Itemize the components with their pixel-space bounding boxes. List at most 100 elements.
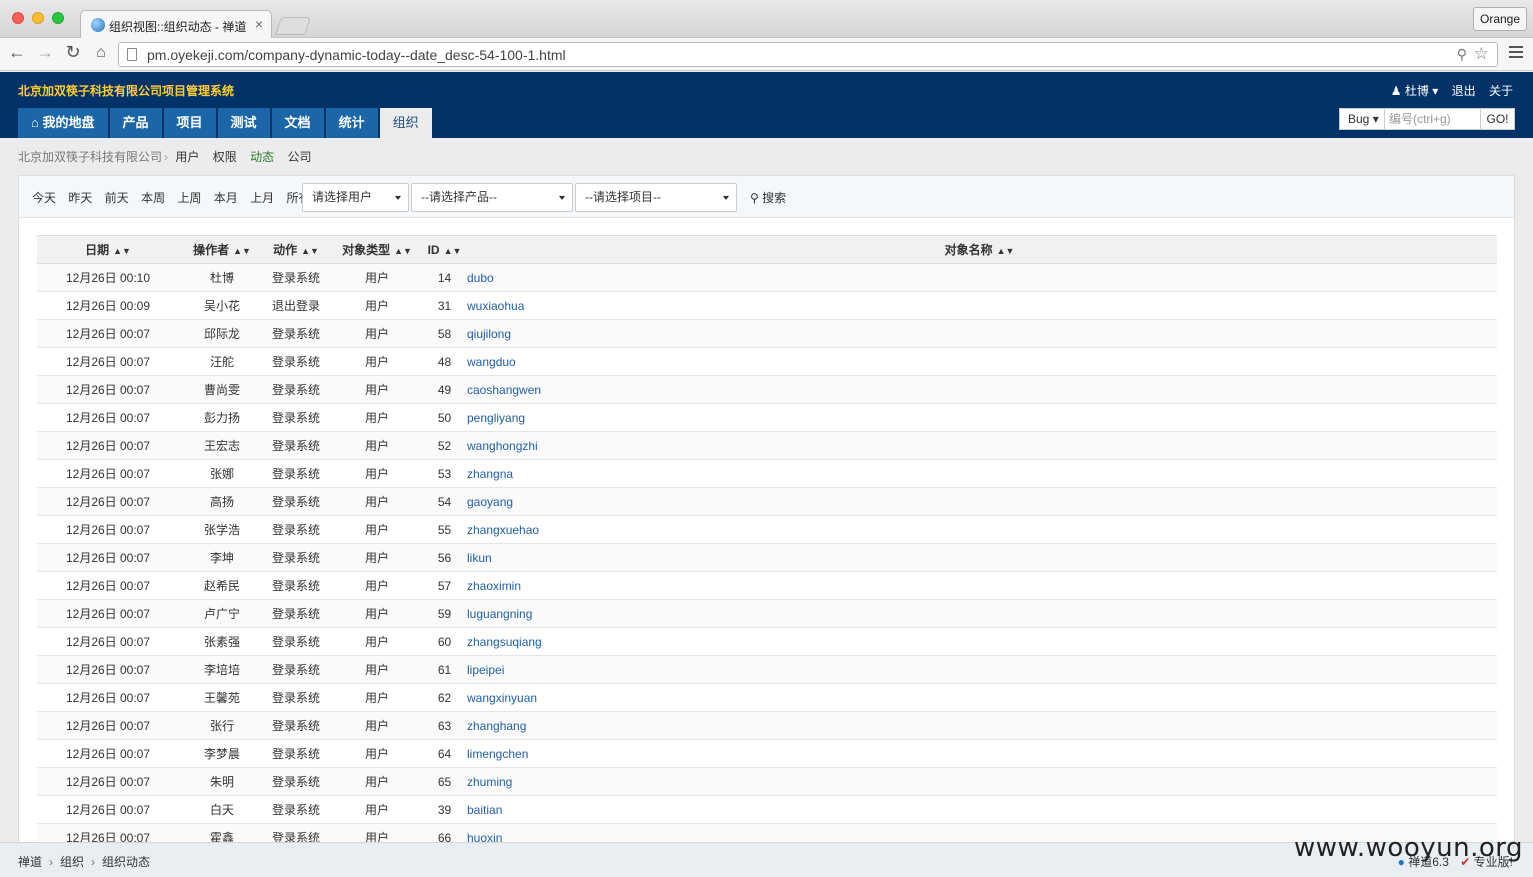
cell-object-name[interactable]: limengchen	[462, 739, 1497, 768]
breadcrumb-company[interactable]: 北京加双筷子科技有限公司	[18, 150, 162, 164]
subnav-permissions[interactable]: 权限	[213, 150, 237, 164]
nav-doc[interactable]: 文档	[271, 108, 324, 138]
object-id-input[interactable]: 编号(ctrl+g)	[1385, 108, 1481, 130]
product-select[interactable]: --请选择产品--	[411, 183, 573, 212]
user-select[interactable]: 请选择用户	[302, 183, 409, 212]
cell-date: 12月26日 00:10	[37, 263, 179, 292]
cell-object-name[interactable]: wangxinyuan	[462, 683, 1497, 712]
cell-id: 57	[427, 571, 462, 600]
cell-object-name[interactable]: pengliyang	[462, 403, 1497, 432]
new-tab-button[interactable]	[275, 17, 311, 35]
profile-button[interactable]: Orange	[1473, 7, 1527, 31]
cell-object-name[interactable]: zhangsuqiang	[462, 627, 1497, 656]
filter-day-before[interactable]: 前天	[105, 191, 129, 205]
search-button[interactable]: ⚲ 搜索	[750, 189, 786, 206]
filter-yesterday[interactable]: 昨天	[68, 191, 92, 205]
cell-object-name[interactable]: wanghongzhi	[462, 431, 1497, 460]
cell-id: 65	[427, 767, 462, 796]
cell-object-name[interactable]: zhanghang	[462, 711, 1497, 740]
address-bar[interactable]: pm.oyekeji.com/company-dynamic-today--da…	[118, 42, 1498, 67]
cell-object-type: 用户	[327, 571, 427, 600]
nav-product[interactable]: 产品	[109, 108, 162, 138]
close-window-button[interactable]	[12, 12, 24, 24]
main-nav: ⌂ 我的地盘 产品 项目 测试 文档 统计 组织	[18, 108, 434, 138]
go-button[interactable]: GO!	[1481, 108, 1515, 130]
user-dropdown[interactable]: ♟ 杜博 ▾	[1391, 84, 1438, 98]
forward-arrow-icon[interactable]: →	[34, 42, 56, 63]
cell-object-type: 用户	[327, 291, 427, 320]
url-text[interactable]: pm.oyekeji.com/company-dynamic-today--da…	[147, 47, 566, 63]
home-icon[interactable]: ⌂	[90, 44, 112, 62]
search-type-dropdown[interactable]: Bug ▾	[1339, 108, 1385, 130]
cell-action: 登录系统	[265, 571, 327, 600]
cell-object-name[interactable]: zhangxuehao	[462, 515, 1497, 544]
nav-project[interactable]: 项目	[163, 108, 216, 138]
sort-icon: ▲▼	[443, 245, 462, 256]
nav-company[interactable]: 组织	[379, 108, 432, 138]
cell-object-name[interactable]: baitian	[462, 795, 1497, 824]
cell-action: 登录系统	[265, 487, 327, 516]
cell-object-name[interactable]: zhangna	[462, 459, 1497, 488]
company-title[interactable]: 北京加双筷子科技有限公司项目管理系统	[18, 82, 234, 99]
cell-object-name[interactable]: wangduo	[462, 347, 1497, 376]
filter-this-month[interactable]: 本月	[214, 191, 238, 205]
table-row: 12月26日 00:09 吴小花 退出登录 用户 31 wuxiaohua	[37, 291, 1497, 320]
nav-test[interactable]: 测试	[217, 108, 270, 138]
cell-object-name[interactable]: luguangning	[462, 599, 1497, 628]
zoom-window-button[interactable]	[52, 12, 64, 24]
back-arrow-icon[interactable]: ←	[6, 42, 28, 63]
reload-icon[interactable]: ↻	[62, 42, 84, 63]
about-link[interactable]: 关于	[1489, 84, 1513, 98]
table-row: 12月26日 00:07 彭力扬 登录系统 用户 50 pengliyang	[37, 403, 1497, 432]
col-id[interactable]: ID ▲▼	[427, 235, 462, 264]
cell-object-name[interactable]: zhuming	[462, 767, 1497, 796]
cell-id: 56	[427, 543, 462, 572]
cell-date: 12月26日 00:07	[37, 683, 179, 712]
filter-last-week[interactable]: 上周	[177, 191, 201, 205]
subnav-dynamic[interactable]: 动态	[250, 150, 274, 164]
cell-object-name[interactable]: gaoyang	[462, 487, 1497, 516]
footer-crumb-company[interactable]: 组织	[60, 855, 84, 869]
minimize-window-button[interactable]	[32, 12, 44, 24]
search-icon: ⚲	[750, 191, 759, 205]
cell-object-name[interactable]: wuxiaohua	[462, 291, 1497, 320]
search-icon[interactable]: ⚲	[1457, 46, 1467, 63]
cell-action: 登录系统	[265, 431, 327, 460]
col-date[interactable]: 日期 ▲▼	[37, 235, 179, 264]
subnav-company[interactable]: 公司	[287, 150, 311, 164]
project-select[interactable]: --请选择项目--	[575, 183, 737, 212]
footer-crumb-zentao[interactable]: 禅道	[18, 855, 42, 869]
cell-actor: 李培培	[179, 655, 265, 684]
search-type-label: Bug	[1348, 112, 1370, 126]
logout-link[interactable]: 退出	[1452, 84, 1476, 98]
col-object-name[interactable]: 对象名称 ▲▼	[462, 235, 1497, 264]
col-actor[interactable]: 操作者 ▲▼	[179, 235, 265, 264]
breadcrumb: 北京加双筷子科技有限公司 › 用户 权限 动态 公司	[18, 148, 321, 165]
nav-my-dashboard[interactable]: ⌂ 我的地盘	[18, 108, 108, 138]
browser-tab[interactable]: 组织视图::组织动态 - 禅道 ×	[80, 10, 272, 39]
filter-this-week[interactable]: 本周	[141, 191, 165, 205]
table-row: 12月26日 00:07 李梦晨 登录系统 用户 64 limengchen	[37, 739, 1497, 768]
subnav-users[interactable]: 用户	[175, 150, 199, 164]
cell-date: 12月26日 00:07	[37, 627, 179, 656]
col-object-type[interactable]: 对象类型 ▲▼	[327, 235, 427, 264]
col-action[interactable]: 动作 ▲▼	[265, 235, 327, 264]
cell-object-name[interactable]: qiujilong	[462, 319, 1497, 348]
browser-menu-icon[interactable]	[1509, 46, 1523, 61]
filter-last-month[interactable]: 上月	[250, 191, 274, 205]
cell-object-name[interactable]: dubo	[462, 263, 1497, 292]
cell-object-name[interactable]: caoshangwen	[462, 375, 1497, 404]
cell-object-name[interactable]: likun	[462, 543, 1497, 572]
cell-object-name[interactable]: zhaoximin	[462, 571, 1497, 600]
filter-today[interactable]: 今天	[32, 191, 56, 205]
nav-report[interactable]: 统计	[325, 108, 378, 138]
table-row: 12月26日 00:07 赵希民 登录系统 用户 57 zhaoximin	[37, 571, 1497, 600]
cell-action: 登录系统	[265, 795, 327, 824]
tab-close-icon[interactable]: ×	[255, 16, 263, 32]
cell-object-name[interactable]: lipeipei	[462, 655, 1497, 684]
cell-action: 登录系统	[265, 263, 327, 292]
cell-object-type: 用户	[327, 767, 427, 796]
cell-date: 12月26日 00:07	[37, 543, 179, 572]
bookmark-star-icon[interactable]: ☆	[1474, 44, 1489, 64]
table-row: 12月26日 00:07 张素强 登录系统 用户 60 zhangsuqiang	[37, 627, 1497, 656]
